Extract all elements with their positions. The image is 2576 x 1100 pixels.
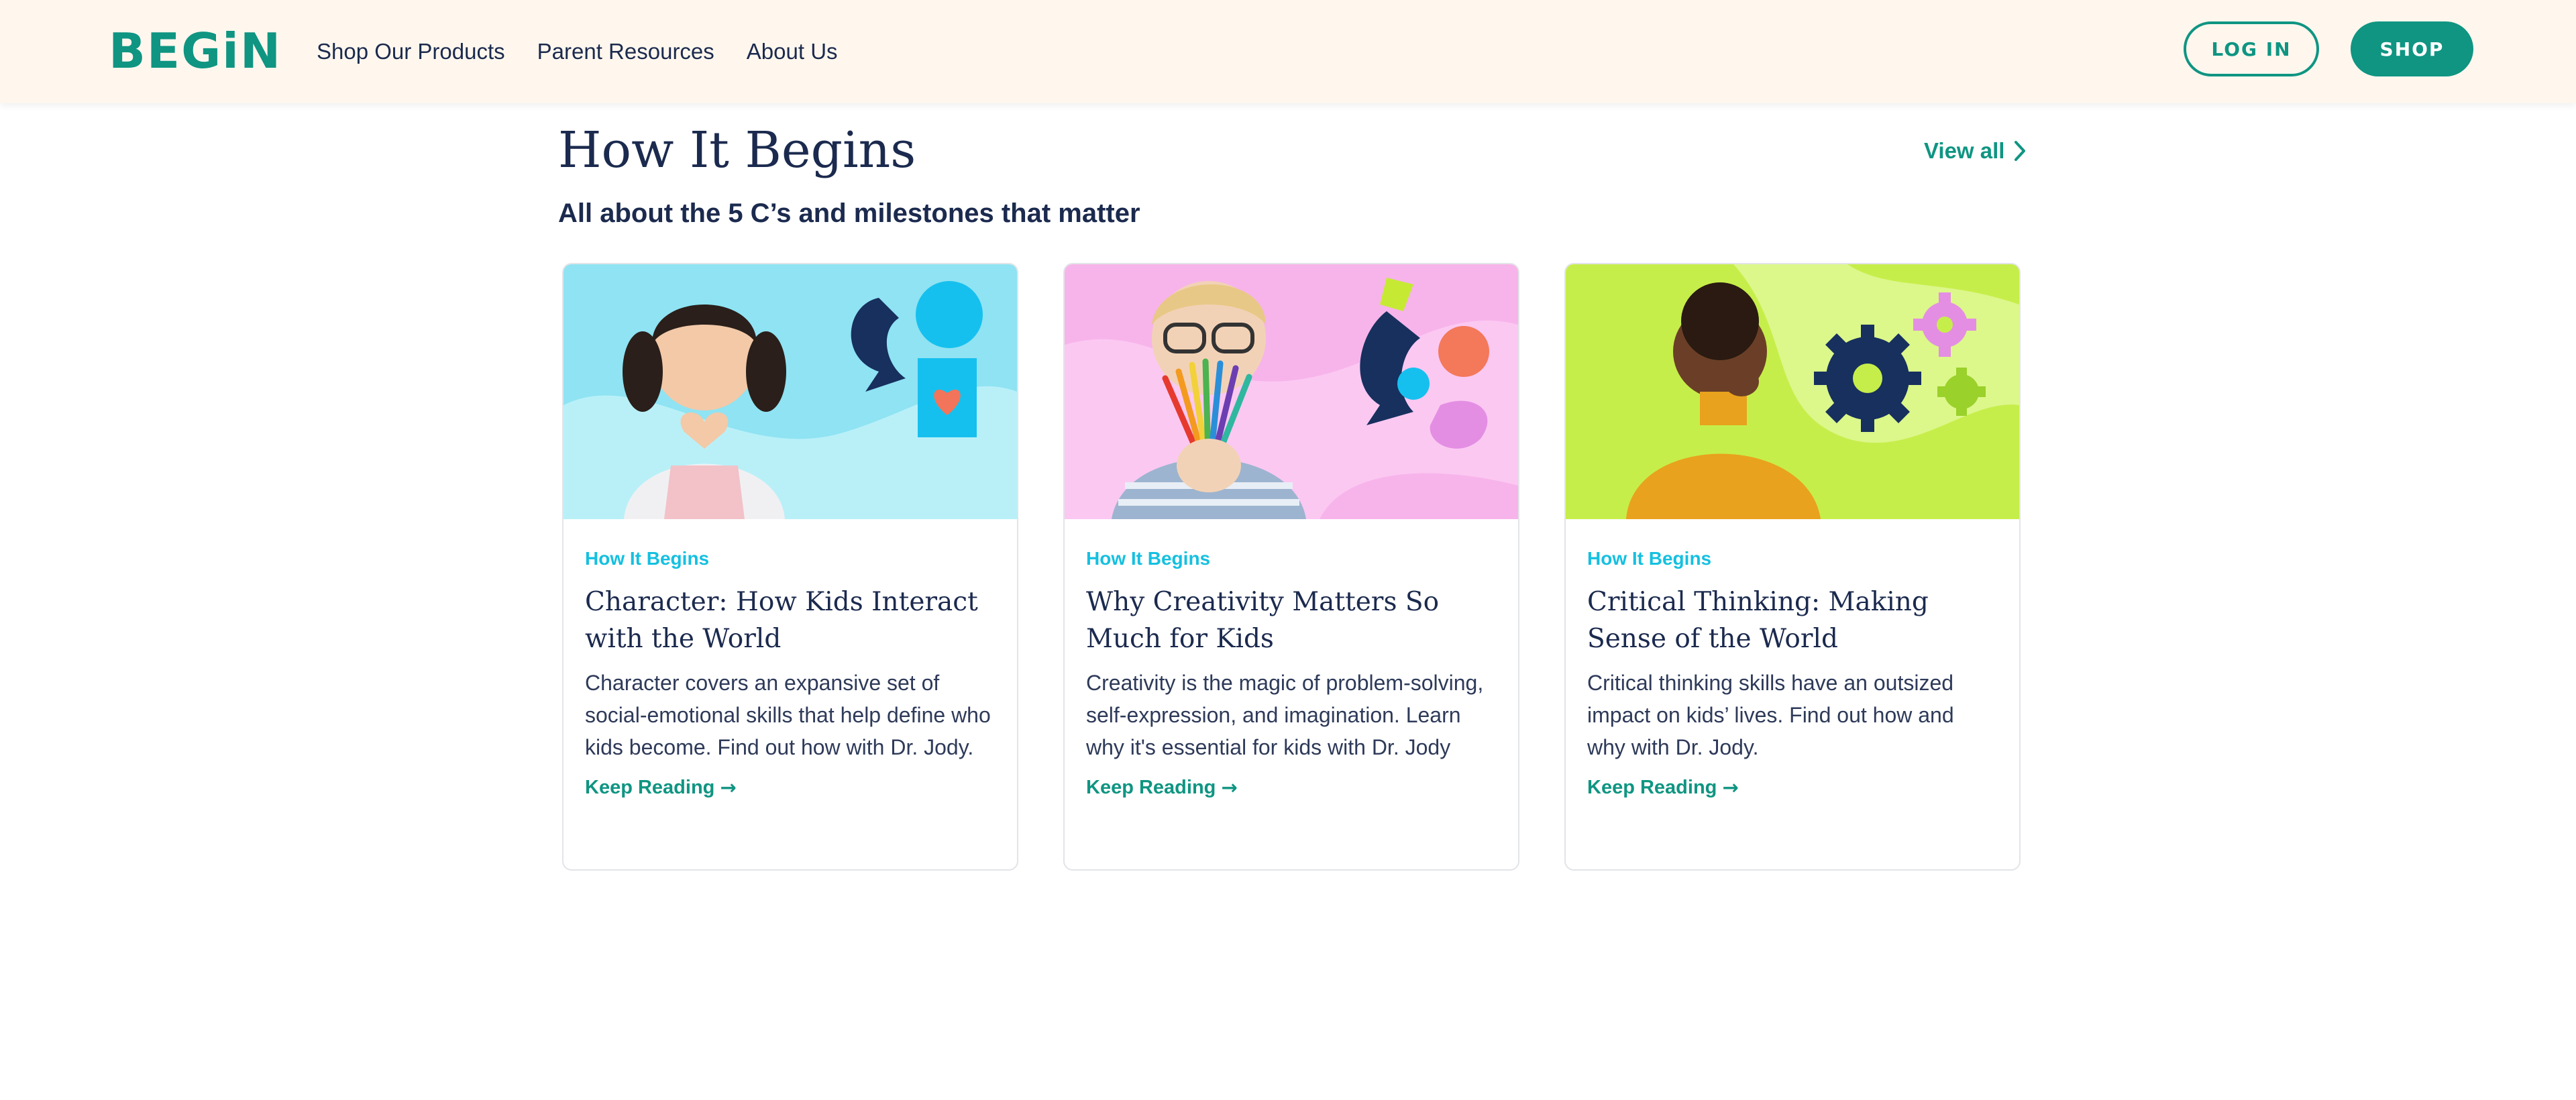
card-title[interactable]: Why Creativity Matters So Much for Kids	[1086, 584, 1497, 657]
card-body: How It Begins Critical Thinking: Making …	[1587, 546, 1998, 802]
card-title[interactable]: Character: How Kids Interact with the Wo…	[585, 584, 996, 657]
card-title[interactable]: Critical Thinking: Making Sense of the W…	[1587, 584, 1998, 657]
keep-reading-label: Keep Reading	[1086, 777, 1216, 798]
card-category[interactable]: How It Begins	[585, 546, 996, 571]
card-category[interactable]: How It Begins	[1086, 546, 1497, 571]
nav-parent-resources[interactable]: Parent Resources	[537, 35, 714, 68]
shop-button[interactable]: SHOP	[2351, 21, 2473, 76]
keep-reading-label: Keep Reading	[1587, 777, 1717, 798]
keep-reading-link[interactable]: Keep Reading →	[585, 773, 996, 802]
section-subtitle: All about the 5 C’s and milestones that …	[558, 199, 1140, 228]
keep-reading-link[interactable]: Keep Reading →	[1587, 773, 1998, 802]
article-card[interactable]: How It Begins Critical Thinking: Making …	[1564, 263, 2021, 871]
card-description: Creativity is the magic of problem-solvi…	[1086, 671, 1484, 759]
main-nav: Shop Our Products Parent Resources About…	[317, 35, 838, 68]
nav-shop-our-products[interactable]: Shop Our Products	[317, 35, 505, 68]
article-card[interactable]: How It Begins Character: How Kids Intera…	[562, 263, 1018, 871]
view-all-link[interactable]: View all	[1924, 134, 2027, 168]
card-body: How It Begins Character: How Kids Intera…	[585, 546, 996, 802]
article-card[interactable]: How It Begins Why Creativity Matters So …	[1063, 263, 1519, 871]
site-header: BEGiN Shop Our Products Parent Resources…	[0, 0, 2576, 103]
child-heart-hands-image[interactable]	[564, 264, 1017, 519]
login-button[interactable]: LOG IN	[2184, 21, 2319, 76]
view-all-label: View all	[1924, 138, 2005, 163]
keep-reading-label: Keep Reading	[585, 777, 715, 798]
nav-about-us[interactable]: About Us	[747, 35, 838, 68]
card-category[interactable]: How It Begins	[1587, 546, 1998, 571]
begin-logo[interactable]: BEGiN	[109, 24, 282, 78]
card-description: Critical thinking skills have an outsize…	[1587, 671, 1954, 759]
child-colored-pencils-image[interactable]	[1065, 264, 1518, 519]
chevron-right-icon	[2015, 141, 2026, 161]
card-body: How It Begins Why Creativity Matters So …	[1086, 546, 1497, 802]
section-title: How It Begins	[558, 121, 916, 179]
arrow-right-icon: →	[1722, 776, 1739, 799]
arrow-right-icon: →	[1221, 776, 1238, 799]
card-description: Character covers an expansive set of soc…	[585, 671, 991, 759]
arrow-right-icon: →	[720, 776, 737, 799]
keep-reading-link[interactable]: Keep Reading →	[1086, 773, 1497, 802]
child-thinking-gears-image[interactable]	[1566, 264, 2019, 519]
